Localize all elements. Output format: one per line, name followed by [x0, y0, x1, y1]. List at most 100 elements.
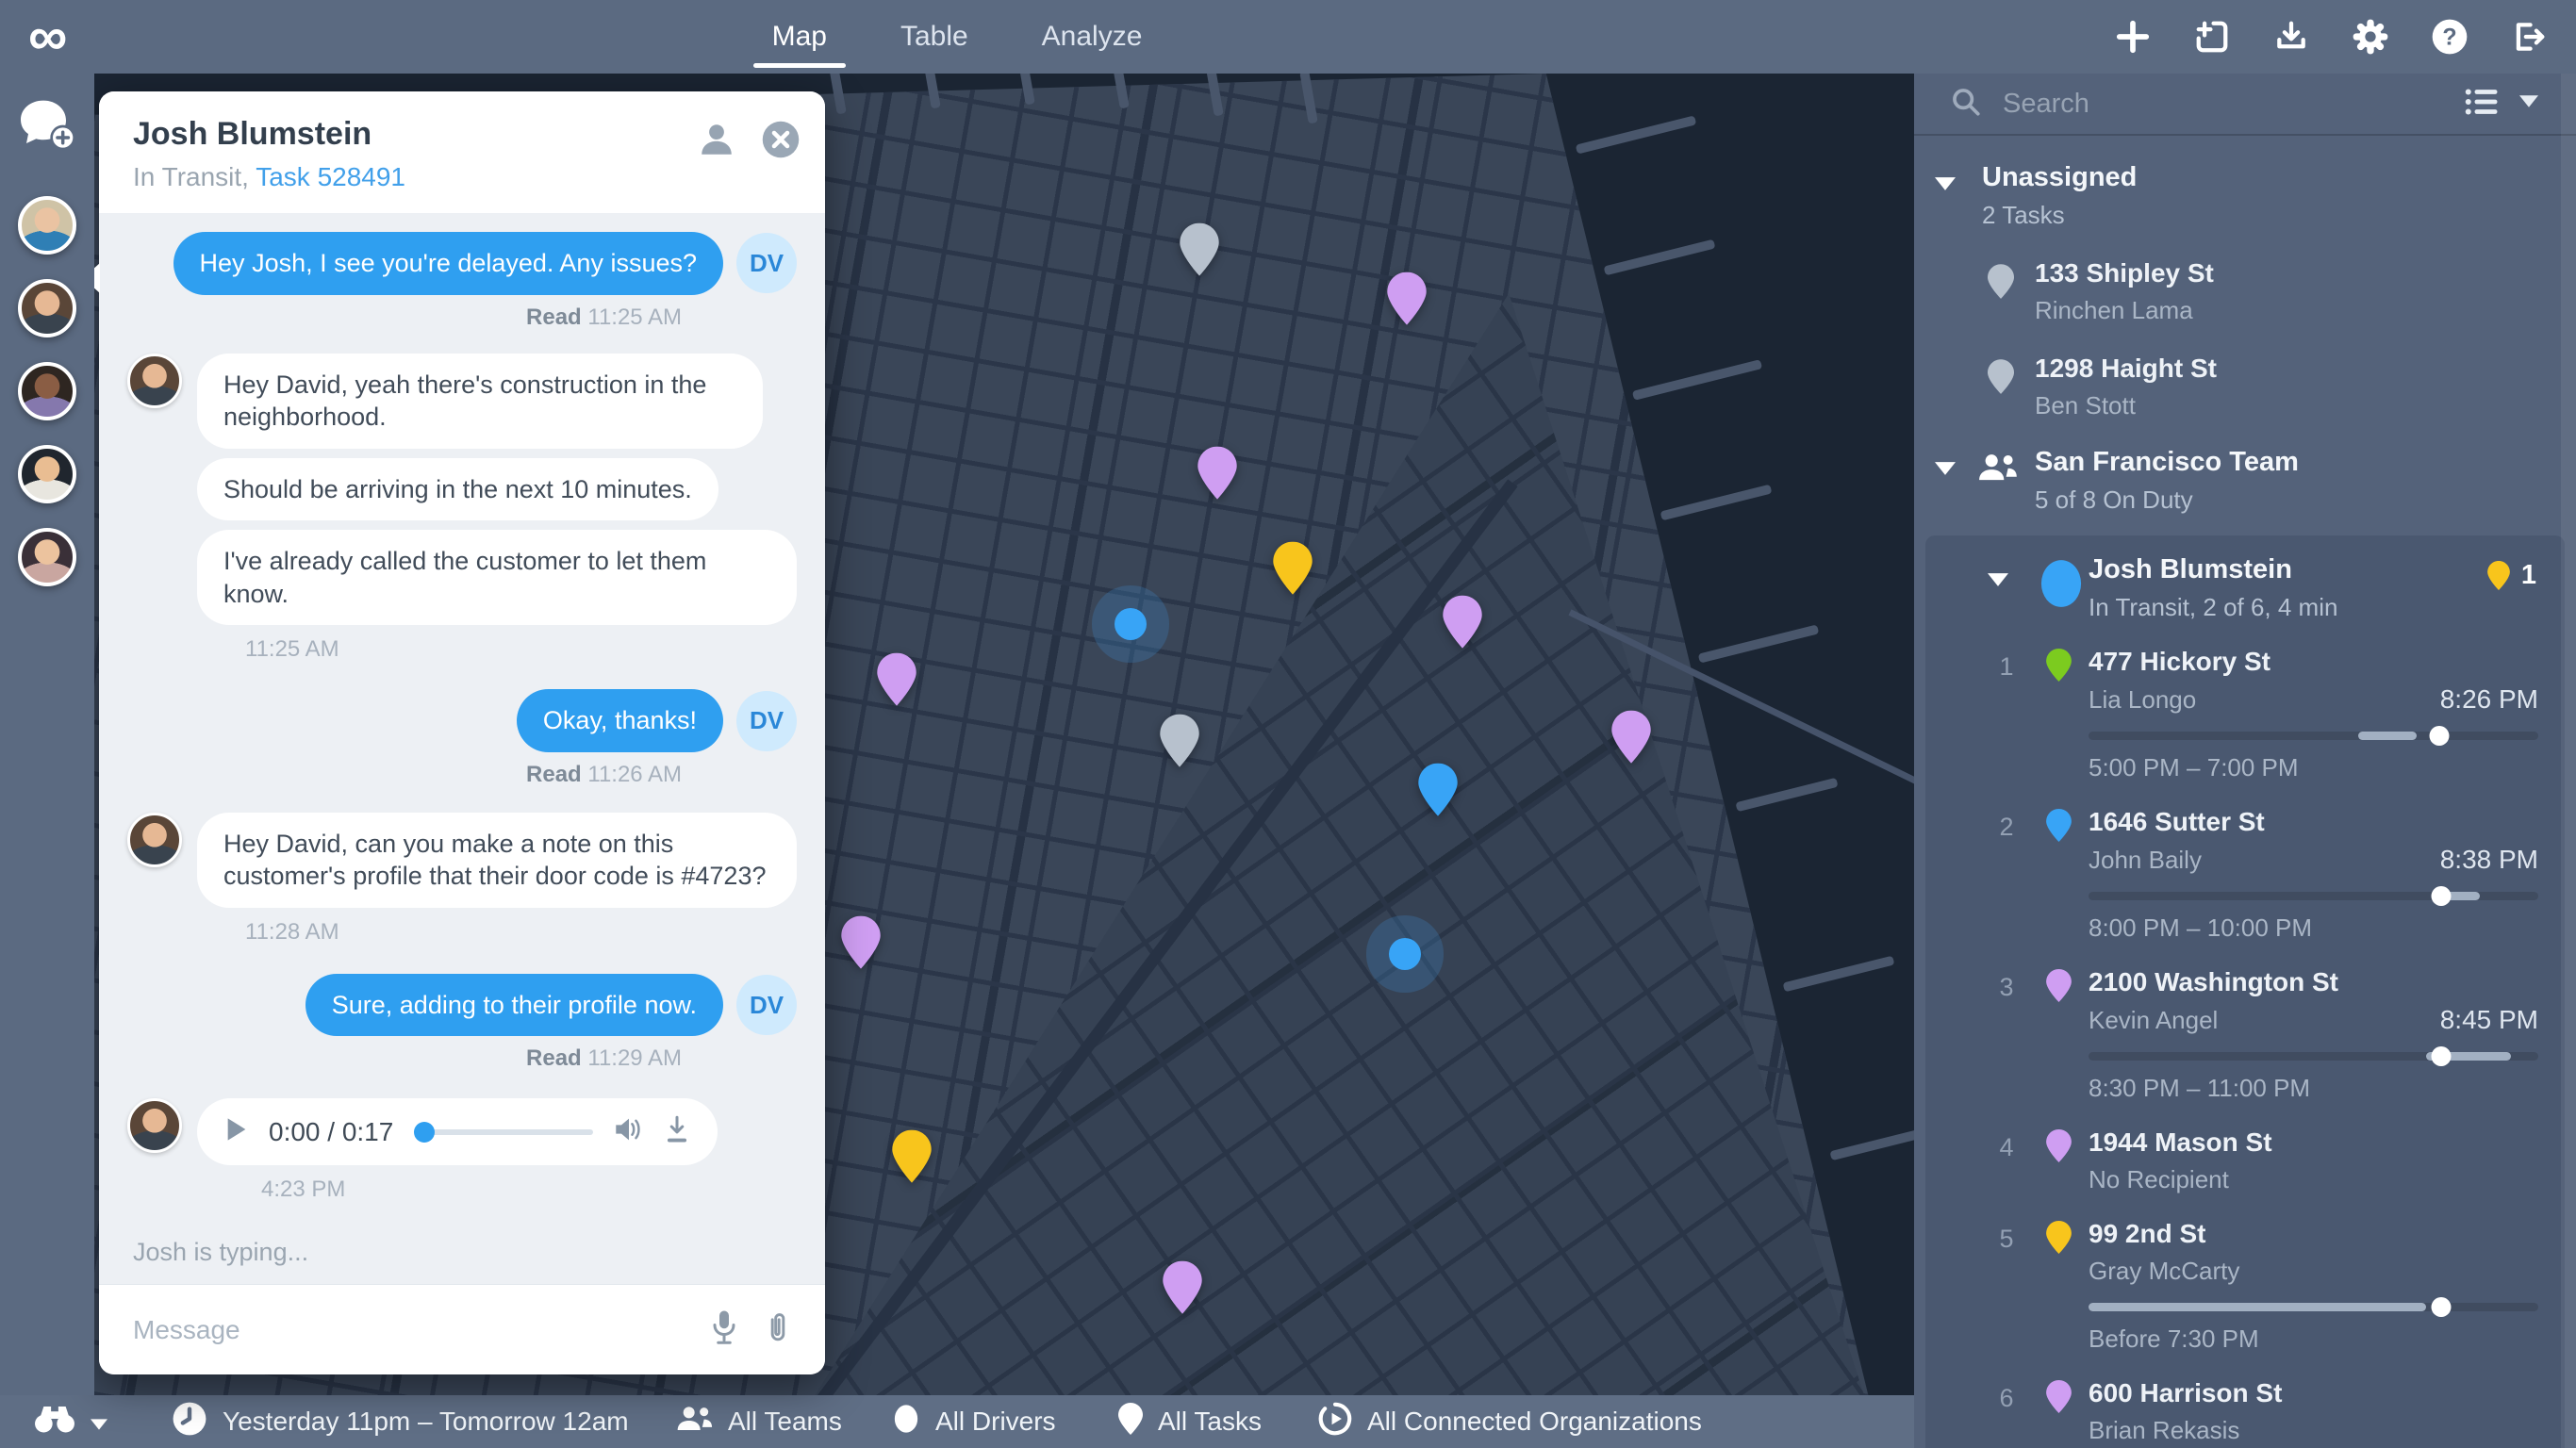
message-outgoing: Hey Josh, I see you're delayed. Any issu…: [127, 232, 797, 295]
help-icon[interactable]: ?: [2431, 18, 2469, 56]
avatar[interactable]: [18, 445, 76, 503]
driver-task[interactable]: 2 1646 Sutter St John Baily8:38 PM 8:00 …: [1925, 782, 2565, 943]
map-pin[interactable]: [841, 916, 881, 974]
attachment-icon[interactable]: [765, 1308, 791, 1351]
close-icon[interactable]: [761, 120, 801, 164]
organizations-filter[interactable]: All Connected Organizations: [1318, 1395, 1702, 1448]
teams-filter[interactable]: All Teams: [675, 1395, 842, 1448]
new-chat-icon[interactable]: [18, 98, 76, 151]
map-pin[interactable]: [1387, 272, 1427, 330]
sign-out-icon[interactable]: [2510, 18, 2548, 56]
message-input[interactable]: [133, 1315, 684, 1345]
pier: [1660, 485, 1773, 521]
driver-location-dot[interactable]: [1115, 608, 1147, 640]
driver-task[interactable]: 3 2100 Washington St Kevin Angel8:45 PM …: [1925, 943, 2565, 1103]
read-receipt: Read 11:29 AM: [526, 1045, 682, 1072]
unassigned-task[interactable]: 133 Shipley St Rinchen Lama: [1914, 230, 2576, 325]
task-number: 4: [1988, 1133, 2025, 1162]
driver-task[interactable]: 5 99 2nd St Gray McCarty Before 7:30 PM: [1925, 1194, 2565, 1354]
filter-bar: Yesterday 11pm – Tomorrow 12am All Teams…: [0, 1395, 1914, 1448]
tab-table[interactable]: Table: [895, 0, 974, 74]
add-icon[interactable]: [2114, 18, 2152, 56]
clock-icon: [172, 1401, 207, 1443]
avatar[interactable]: [18, 279, 76, 337]
sender-initials-badge: DV: [736, 691, 797, 751]
group-unassigned[interactable]: Unassigned 2 Tasks: [1914, 136, 2576, 230]
audio-player: 0:00 / 0:17: [197, 1098, 718, 1165]
driver-task[interactable]: 6 600 Harrison St Brian Rekasis: [1925, 1354, 2565, 1445]
tab-analyze[interactable]: Analyze: [1036, 0, 1148, 74]
task-recipient: Kevin Angel: [2089, 1006, 2218, 1035]
group-subtitle: 2 Tasks: [1982, 201, 2576, 230]
volume-icon[interactable]: [614, 1116, 644, 1147]
chat-message-list[interactable]: Hey Josh, I see you're delayed. Any issu…: [99, 213, 825, 1284]
settings-gear-icon[interactable]: [2352, 18, 2389, 56]
lookout-filter[interactable]: [34, 1395, 107, 1448]
avatar[interactable]: [18, 196, 76, 255]
task-progress-bar[interactable]: [2089, 892, 2538, 900]
message-bubble: Hey Josh, I see you're delayed. Any issu…: [173, 232, 723, 295]
drivers-filter-label: All Drivers: [935, 1407, 1056, 1437]
unassigned-task[interactable]: 1298 Haight St Ben Stott: [1914, 325, 2576, 420]
driver-location-dot[interactable]: [1389, 938, 1421, 970]
driver-task-badge: 1: [2487, 560, 2536, 591]
export-download-icon[interactable]: [2272, 18, 2310, 56]
task-number: 1: [1988, 652, 2025, 682]
task-progress-bar[interactable]: [2089, 1052, 2538, 1061]
task-address: 600 Harrison St: [2089, 1378, 2538, 1408]
task-number: 2: [1988, 813, 2025, 842]
driver-task[interactable]: 1 477 Hickory St Lia Longo8:26 PM 5:00 P…: [1925, 622, 2565, 782]
task-recipient: Gray McCarty: [2089, 1257, 2239, 1286]
download-audio-icon[interactable]: [665, 1115, 689, 1148]
avatar[interactable]: [18, 528, 76, 586]
message-time: 11:28 AM: [245, 919, 339, 946]
read-label: Read: [526, 1045, 582, 1071]
driver-profile-icon[interactable]: [697, 120, 736, 164]
sidebar-scrollbar[interactable]: [2561, 74, 2576, 1448]
list-view-icon[interactable]: [2465, 88, 2499, 121]
chat-header: Josh Blumstein In Transit, Task 528491: [99, 91, 825, 213]
collapse-caret-icon[interactable]: [1988, 573, 2008, 586]
sender-initials-badge: DV: [736, 975, 797, 1035]
microphone-icon[interactable]: [710, 1308, 738, 1351]
map-pin[interactable]: [1273, 542, 1313, 600]
message-incoming-group: Hey David, yeah there's construction in …: [127, 354, 797, 626]
driver-row[interactable]: Josh Blumstein In Transit, 2 of 6, 4 min…: [1925, 535, 2565, 622]
task-pin-icon: [1988, 264, 2014, 304]
search-input[interactable]: [2003, 89, 2444, 120]
map-pin[interactable]: [1443, 596, 1482, 653]
driver-task[interactable]: 4 1944 Mason St No Recipient: [1925, 1103, 2565, 1194]
group-subtitle: 5 of 8 On Duty: [2035, 485, 2576, 515]
collapse-caret-icon[interactable]: [1935, 177, 1956, 190]
map-pin[interactable]: [1418, 764, 1458, 821]
pier: [1632, 359, 1762, 401]
import-tasks-icon[interactable]: [2193, 18, 2231, 56]
task-recipient: John Baily: [2089, 846, 2202, 875]
chevron-down-icon[interactable]: [2519, 95, 2538, 112]
task-time-window: 8:30 PM – 11:00 PM: [2089, 1074, 2538, 1103]
map-pin[interactable]: [892, 1130, 932, 1188]
drivers-filter[interactable]: All Drivers: [892, 1395, 1056, 1448]
message-bubble: Sure, adding to their profile now.: [305, 974, 723, 1037]
play-icon[interactable]: [225, 1116, 248, 1147]
tab-map[interactable]: Map: [767, 0, 833, 74]
time-range-filter[interactable]: Yesterday 11pm – Tomorrow 12am: [172, 1395, 629, 1448]
map-pin[interactable]: [1160, 715, 1199, 772]
map-pin[interactable]: [877, 653, 916, 711]
tasks-filter[interactable]: All Tasks: [1118, 1395, 1262, 1448]
map-pin[interactable]: [1197, 447, 1237, 504]
avatar[interactable]: [18, 362, 76, 420]
collapse-caret-icon[interactable]: [1935, 462, 1956, 475]
map-pin[interactable]: [1180, 223, 1219, 281]
task-progress-bar[interactable]: [2089, 1303, 2538, 1311]
task-progress-bar[interactable]: [2089, 732, 2538, 740]
avatar: [127, 813, 182, 867]
map-pin[interactable]: [1611, 711, 1651, 768]
map-pin[interactable]: [1163, 1261, 1202, 1319]
task-pin-icon: [2046, 1380, 2072, 1418]
task-link[interactable]: Task 528491: [256, 162, 405, 191]
task-recipient: Lia Longo: [2089, 685, 2196, 715]
group-team[interactable]: San Francisco Team 5 of 8 On Duty: [1914, 420, 2576, 515]
connected-orgs-icon: [1318, 1402, 1352, 1442]
audio-seek-slider[interactable]: [414, 1121, 593, 1144]
